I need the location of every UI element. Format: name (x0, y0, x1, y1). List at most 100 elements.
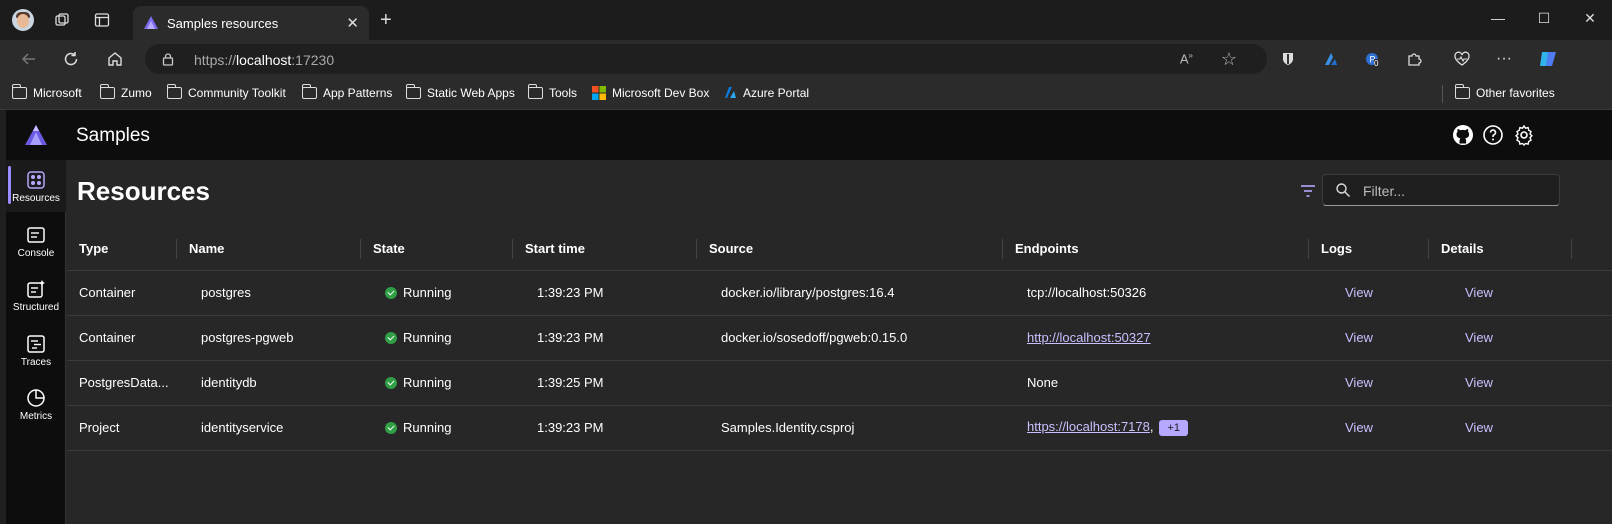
favorite-item[interactable]: App Patterns (301, 84, 392, 100)
extensions-puzzle-icon[interactable] (1404, 49, 1424, 69)
table-row[interactable]: Container postgres-pgweb Running 1:39:23… (67, 315, 1612, 361)
dashboard-app: Samples Resources Console Structured Tra… (6, 110, 1612, 524)
column-header-start-time[interactable]: Start time (513, 228, 697, 271)
column-header-source[interactable]: Source (697, 228, 1003, 271)
running-check-icon (385, 376, 397, 389)
github-icon[interactable] (1452, 124, 1474, 146)
cell-type: Container (67, 315, 177, 361)
view-details-link[interactable]: View (1465, 285, 1493, 300)
favorite-item[interactable]: Azure Portal (723, 86, 809, 100)
cell-source: docker.io/sosedoff/pgweb:0.15.0 (697, 315, 1003, 361)
view-logs-link[interactable]: View (1345, 285, 1373, 300)
view-logs-link[interactable]: View (1345, 375, 1373, 390)
cell-name: identitydb (177, 360, 361, 406)
settings-gear-icon[interactable] (1513, 124, 1535, 146)
maximize-button[interactable]: ☐ (1534, 10, 1554, 30)
state-running: Running (385, 330, 513, 345)
nav-item-console[interactable]: Console (6, 215, 66, 267)
cell-name: identityservice (177, 405, 361, 451)
running-check-icon (385, 286, 397, 299)
copilot-icon[interactable] (1536, 49, 1560, 69)
favorite-star-icon[interactable]: ☆ (1221, 49, 1237, 70)
shield-extension-icon[interactable] (1278, 49, 1298, 69)
column-header-details[interactable]: Details (1429, 228, 1612, 271)
folder-icon (405, 84, 421, 99)
home-icon[interactable] (104, 48, 126, 70)
favorite-item[interactable]: Community Toolkit (166, 84, 286, 100)
new-tab-button[interactable]: + (380, 10, 392, 30)
endpoint-link[interactable]: http://localhost:50327 (1027, 330, 1151, 345)
cell-start-time: 1:39:25 PM (513, 360, 697, 406)
app-header: Samples (6, 110, 1612, 160)
endpoint-link[interactable]: https://localhost:7178 (1027, 419, 1150, 434)
lock-icon[interactable] (161, 52, 175, 66)
view-details-link[interactable]: View (1465, 330, 1493, 345)
favorite-item[interactable]: Microsoft (11, 84, 82, 100)
endpoint-text: tcp://localhost:50326 (1027, 285, 1147, 300)
favorite-item[interactable]: Tools (527, 84, 577, 100)
pass-extension-icon[interactable]: P 0 (1362, 49, 1382, 69)
column-header-name[interactable]: Name (177, 228, 361, 271)
favorite-item[interactable]: Microsoft Dev Box (592, 86, 709, 100)
url-text[interactable]: https://localhost:17230 (194, 52, 334, 68)
browser-tab-active[interactable]: Samples resources ✕ (133, 6, 369, 40)
endpoint-text: None (1027, 375, 1059, 390)
favorites-bar: Microsoft Zumo Community Toolkit App Pat… (0, 78, 1612, 110)
filter-input[interactable] (1363, 181, 1543, 201)
nav-item-resources[interactable]: Resources (6, 160, 66, 212)
other-favorites[interactable]: Other favorites (1454, 84, 1555, 100)
view-logs-link[interactable]: View (1345, 420, 1373, 435)
browser-toolbar: https://localhost:17230 A» ☆ P 0 ··· (0, 40, 1612, 78)
help-icon[interactable] (1482, 124, 1504, 146)
favorite-item[interactable]: Zumo (99, 84, 152, 100)
more-options-icon[interactable]: ··· (1494, 49, 1514, 69)
folder-icon (99, 84, 115, 99)
workspaces-icon[interactable] (52, 10, 72, 30)
state-running: Running (385, 420, 513, 435)
column-header-endpoints[interactable]: Endpoints (1003, 228, 1309, 271)
structured-icon (27, 280, 45, 298)
tab-close-icon[interactable]: ✕ (346, 14, 359, 32)
back-arrow-icon[interactable] (18, 48, 40, 70)
browser-title-bar: Samples resources ✕ + — ☐ ✕ (0, 0, 1612, 40)
close-window-button[interactable]: ✕ (1580, 10, 1600, 30)
favorites-divider (1442, 85, 1443, 103)
browser-essentials-icon[interactable] (1452, 49, 1472, 69)
filter-field[interactable] (1322, 174, 1560, 206)
column-header-logs[interactable]: Logs (1309, 228, 1429, 271)
nav-item-structured[interactable]: Structured (6, 269, 66, 321)
cell-start-time: 1:39:23 PM (513, 315, 697, 361)
cell-source: docker.io/library/postgres:16.4 (697, 270, 1003, 316)
aspire-logo-icon[interactable] (24, 124, 48, 146)
azure-devtools-extension-icon[interactable] (1320, 49, 1340, 69)
view-details-link[interactable]: View (1465, 420, 1493, 435)
cell-source (697, 360, 1003, 406)
table-row[interactable]: Project identityservice Running 1:39:23 … (67, 405, 1612, 451)
resources-table: Type Name State Start time Source Endpoi… (67, 228, 1612, 451)
read-aloud-icon[interactable]: A» (1180, 51, 1193, 66)
minimize-button[interactable]: — (1488, 10, 1508, 30)
more-endpoints-badge[interactable]: +1 (1159, 419, 1189, 436)
folder-icon (166, 84, 182, 99)
column-header-state[interactable]: State (361, 228, 513, 271)
filter-icon[interactable] (1299, 182, 1317, 200)
console-icon (27, 227, 45, 243)
running-check-icon (385, 421, 397, 434)
view-details-link[interactable]: View (1465, 375, 1493, 390)
table-row[interactable]: Container postgres Running 1:39:23 PM do… (67, 270, 1612, 316)
tab-actions-icon[interactable] (92, 10, 112, 30)
refresh-icon[interactable] (60, 48, 82, 70)
column-header-type[interactable]: Type (67, 228, 177, 271)
nav-item-traces[interactable]: Traces (6, 324, 66, 376)
table-row[interactable]: PostgresData... identitydb Running 1:39:… (67, 360, 1612, 406)
profile-avatar[interactable] (12, 9, 34, 31)
favorite-item[interactable]: Static Web Apps (405, 84, 515, 100)
address-bar[interactable]: https://localhost:17230 A» ☆ (145, 44, 1267, 74)
cell-source: Samples.Identity.csproj (697, 405, 1003, 451)
view-logs-link[interactable]: View (1345, 330, 1373, 345)
folder-icon (527, 84, 543, 99)
app-title[interactable]: Samples (76, 125, 150, 147)
microsoft-logo-icon (592, 86, 606, 100)
nav-item-metrics[interactable]: Metrics (6, 378, 66, 430)
tab-title: Samples resources (167, 16, 279, 31)
